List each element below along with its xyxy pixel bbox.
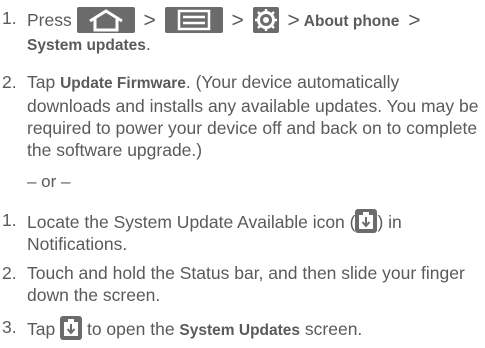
settings-icon (252, 7, 279, 33)
home-icon (76, 7, 135, 33)
step-text: Press > > > About phone > System updates… (27, 7, 482, 57)
system-updates-label: System Updates (179, 322, 301, 339)
period: . (145, 34, 151, 54)
step-number: 3. (2, 317, 17, 337)
screen-text: screen. (304, 319, 363, 339)
to-open-text: to open the (86, 319, 175, 339)
instructions-document: 1. Press > > > About phone > System upda… (0, 0, 485, 348)
about-phone-label: About phone (303, 13, 400, 30)
menu-icon (164, 7, 223, 33)
step-text: Touch and hold the Status bar, and then … (27, 263, 465, 305)
system-updates-label: System updates (27, 37, 146, 54)
system-update-icon (60, 316, 83, 340)
separator: > (143, 9, 156, 32)
or-divider: – or – (27, 172, 71, 191)
update-firmware-label: Update Firmware (60, 75, 186, 92)
step-number: 1. (2, 8, 17, 28)
step-number: 1. (2, 210, 17, 230)
step-text: Tap Update Firmware. (Your device automa… (27, 71, 482, 161)
tap-text: Tap (27, 319, 56, 339)
locate-text: Locate the System Update Available icon … (27, 212, 356, 232)
press-text: Press (27, 10, 72, 30)
system-update-icon (355, 209, 378, 233)
separator: > (231, 9, 244, 32)
step-text: Locate the System Update Available icon … (27, 209, 482, 255)
step-text: Tap to open the System Updates screen. (27, 316, 482, 342)
separator: > (408, 9, 421, 32)
step-number: 2. (2, 263, 17, 283)
separator: > (287, 9, 300, 32)
step-number: 2. (2, 72, 17, 92)
tap-text: Tap (27, 72, 56, 92)
